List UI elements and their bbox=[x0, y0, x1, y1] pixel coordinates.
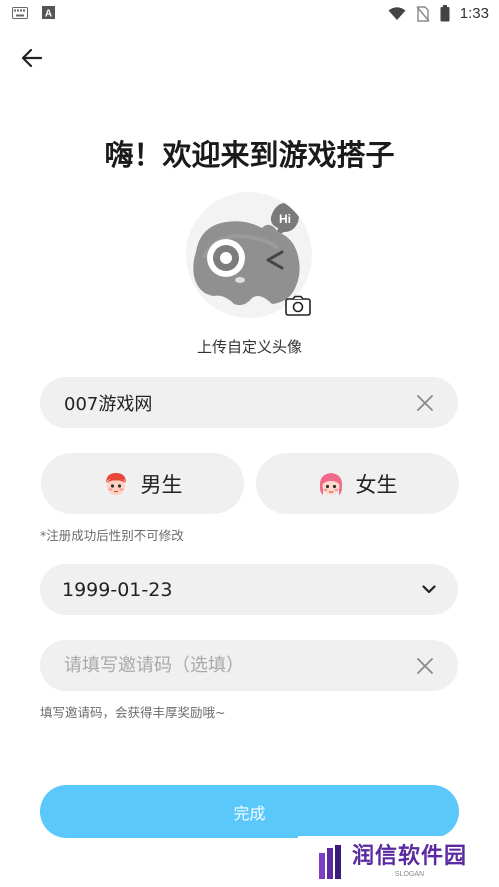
watermark: 润信软件园 SLOGAN bbox=[298, 836, 499, 887]
keyboard-icon bbox=[12, 6, 28, 19]
status-bar: A 1:33 bbox=[0, 0, 499, 30]
done-button[interactable]: 完成 bbox=[40, 785, 459, 838]
birthday-value: 1999-01-23 bbox=[62, 578, 173, 601]
nickname-input[interactable] bbox=[62, 391, 414, 414]
done-button-label: 完成 bbox=[233, 803, 266, 823]
status-right-icons: 1:33 bbox=[388, 5, 489, 22]
gender-male-label: 男生 bbox=[140, 472, 183, 497]
watermark-title: 润信软件园 bbox=[352, 843, 468, 869]
gender-male-button[interactable]: 男生 bbox=[41, 453, 244, 514]
invite-code-field bbox=[40, 640, 458, 691]
boy-face-icon bbox=[105, 472, 126, 495]
no-sim-icon bbox=[416, 5, 430, 22]
status-left-icons: A bbox=[12, 6, 55, 19]
close-icon bbox=[417, 657, 433, 674]
invite-note: 填写邀请码，会获得丰厚奖励哦~ bbox=[40, 705, 226, 720]
close-icon bbox=[417, 394, 433, 411]
page-title: 嗨！欢迎来到游戏搭子 bbox=[104, 138, 395, 172]
birthday-select[interactable]: 1999-01-23 bbox=[40, 564, 458, 615]
arrow-left-icon bbox=[22, 49, 42, 67]
watermark-slogan: SLOGAN bbox=[394, 870, 425, 878]
status-time: 1:33 bbox=[459, 5, 489, 22]
back-button[interactable] bbox=[16, 44, 48, 72]
watermark-logo-icon bbox=[319, 844, 341, 879]
gender-female-button[interactable]: 女生 bbox=[256, 453, 459, 514]
clear-invite-button[interactable] bbox=[414, 655, 436, 677]
gender-note: *注册成功后性别不可修改 bbox=[40, 528, 184, 543]
girl-face-icon bbox=[319, 472, 342, 495]
nickname-field bbox=[40, 377, 458, 428]
gender-female-label: 女生 bbox=[355, 472, 398, 497]
invite-code-input[interactable] bbox=[62, 654, 414, 677]
camera-icon[interactable] bbox=[285, 295, 311, 317]
battery-icon bbox=[440, 5, 450, 22]
clear-nickname-button[interactable] bbox=[414, 392, 436, 414]
chevron-down-icon bbox=[422, 585, 436, 594]
upload-avatar-label: 上传自定义头像 bbox=[196, 338, 302, 356]
wifi-icon bbox=[388, 6, 406, 20]
svg-text:A: A bbox=[45, 9, 52, 20]
a-badge-icon: A bbox=[42, 6, 55, 19]
svg-text:Hi: Hi bbox=[279, 212, 291, 226]
